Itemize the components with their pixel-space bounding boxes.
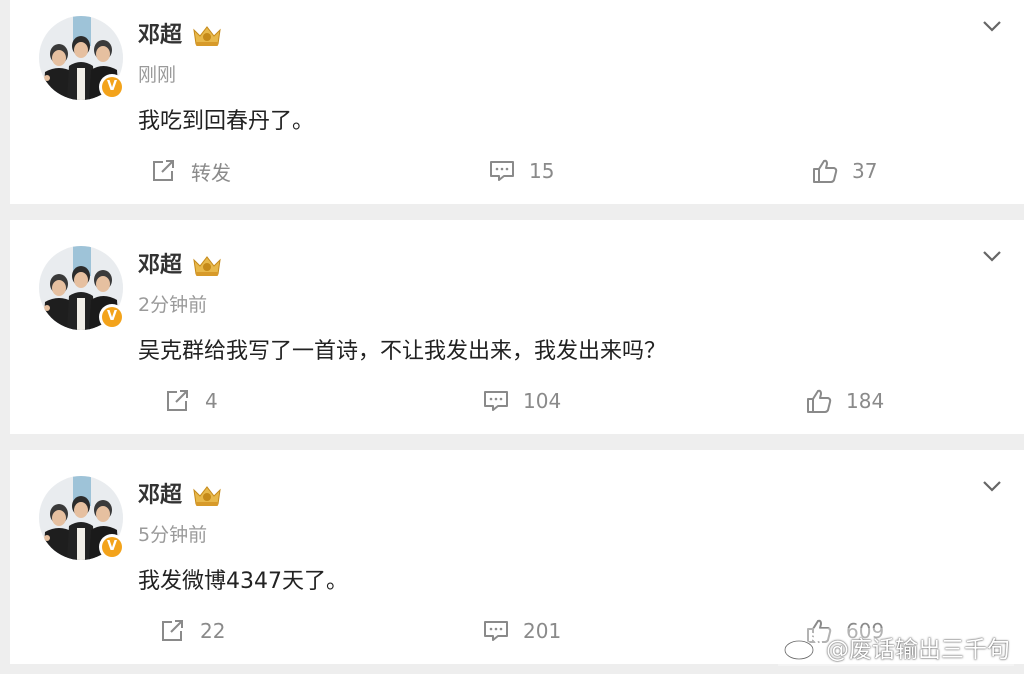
- repost-label: 转发: [191, 160, 231, 185]
- comment-icon: [484, 391, 508, 411]
- post-card: V 邓超 刚刚 我吃到回春丹了。 转发 15 37: [10, 0, 1024, 204]
- comment-count: 15: [529, 159, 555, 183]
- comment-button[interactable]: 104: [483, 386, 561, 416]
- post-time: 刚刚: [138, 64, 177, 86]
- comment-button[interactable]: 15: [489, 156, 554, 186]
- comment-count: 104: [523, 389, 562, 413]
- author-name[interactable]: 邓超: [138, 251, 182, 281]
- thumbs-up-icon: [813, 159, 838, 183]
- author-name[interactable]: 邓超: [138, 21, 182, 51]
- repost-icon: [167, 390, 188, 411]
- repost-button[interactable]: 22: [160, 616, 225, 646]
- chevron-down-icon[interactable]: [980, 246, 1004, 266]
- like-count: 37: [852, 159, 878, 183]
- post-content: 吴克群给我写了一首诗，不让我发出来，我发出来吗？: [138, 339, 667, 364]
- post-content: 我吃到回春丹了。: [138, 109, 315, 134]
- chevron-down-icon[interactable]: [980, 476, 1004, 496]
- comment-count: 201: [523, 619, 562, 643]
- repost-icon: [153, 160, 174, 181]
- comment-icon: [484, 621, 508, 641]
- like-button[interactable]: 37: [812, 156, 877, 186]
- author-name[interactable]: 邓超: [138, 481, 182, 511]
- weibo-watermark: @废话输出三千句: [778, 628, 1014, 666]
- verified-badge-icon: V: [99, 534, 125, 560]
- vip-crown-icon: [193, 26, 221, 46]
- vip-crown-icon: [193, 486, 221, 506]
- repost-icon: [162, 620, 183, 641]
- chevron-down-icon[interactable]: [980, 16, 1004, 36]
- repost-button[interactable]: 转发: [151, 156, 231, 186]
- comment-icon: [490, 161, 514, 181]
- repost-count: 4: [205, 389, 218, 413]
- like-button[interactable]: 184: [806, 386, 884, 416]
- watermark-text: @废话输出三千句: [826, 637, 1010, 663]
- repost-button[interactable]: 4: [165, 386, 218, 416]
- repost-count: 22: [200, 619, 226, 643]
- post-content: 我发微博4347天了。: [138, 569, 348, 594]
- like-count: 184: [846, 389, 885, 413]
- vip-crown-icon: [193, 256, 221, 276]
- comment-button[interactable]: 201: [483, 616, 561, 646]
- thumbs-up-icon: [807, 389, 832, 413]
- post-card: V 邓超 2分钟前 吴克群给我写了一首诗，不让我发出来，我发出来吗？ 4 104…: [10, 220, 1024, 434]
- post-time: 2分钟前: [138, 294, 208, 316]
- post-time: 5分钟前: [138, 524, 208, 546]
- weibo-feed: V 邓超 刚刚 我吃到回春丹了。 转发 15 37 V 邓超 2分钟前 吴克群给…: [0, 0, 1024, 674]
- verified-badge-icon: V: [99, 304, 125, 330]
- weibo-logo-icon: [783, 632, 822, 661]
- verified-badge-icon: V: [99, 74, 125, 100]
